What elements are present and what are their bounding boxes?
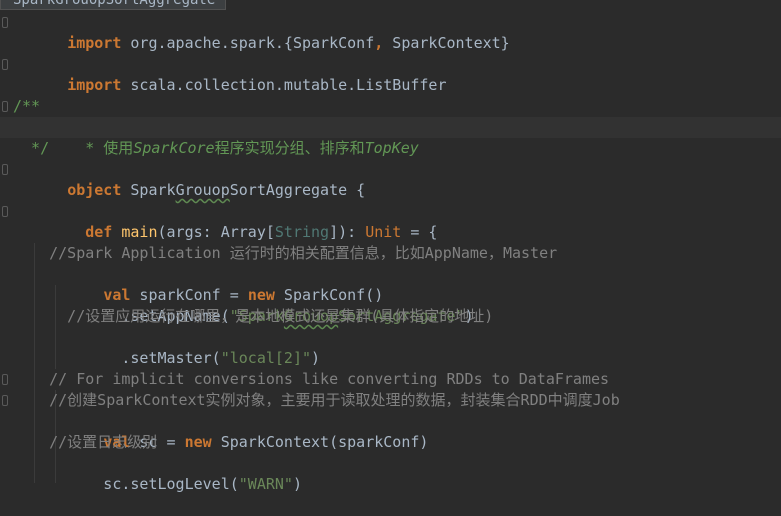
code-line-comment: //创建SparkContext实例对象，主要用于读取处理的数据，封装集合RDD… [0, 390, 781, 411]
function-name: main [121, 223, 158, 241]
fold-marker-icon[interactable] [2, 374, 8, 385]
type-name: Unit [365, 223, 402, 241]
line-comment: //设置应用运行在哪里，是本地模式还是集群(具体指定的地址) [13, 307, 494, 325]
params: = { [401, 223, 438, 241]
keyword: object [67, 181, 122, 199]
spelling-warning[interactable]: Grouop [176, 181, 230, 199]
code-line-sparkcontext: val sc = new SparkContext(sparkConf) [0, 411, 781, 451]
code-text: ) [292, 475, 302, 493]
code-line-doc-body: * 使用SparkCore程序实现分组、排序和TopKey [0, 117, 781, 157]
params: (args: Array[ [157, 223, 275, 241]
code-line-import-spark: import org.apache.spark.{SparkConf, Spar… [0, 12, 781, 52]
code-line-setmaster: .setMaster("local[2]") [0, 327, 781, 367]
fold-marker-icon[interactable] [2, 59, 8, 70]
code-editor[interactable]: import org.apache.spark.{SparkConf, Spar… [0, 12, 781, 493]
code-text: .setMaster( [67, 349, 221, 367]
code-line-comment: // For implicit conversions like convert… [0, 369, 781, 390]
object-name: SortAggregate { [229, 181, 366, 199]
string-literal: "WARN" [238, 475, 293, 493]
editor-tab[interactable]: SparkGrouopSortAggregate [0, 0, 227, 10]
code-line-comment: //设置日志级别 [0, 432, 781, 453]
line-comment: // For implicit conversions like convert… [13, 370, 610, 388]
code-line-object-decl: object SparkGrouopSortAggregate { [0, 159, 781, 199]
line-comment: //创建SparkContext实例对象，主要用于读取处理的数据，封装集合RDD… [13, 391, 620, 409]
keyword: import [67, 76, 122, 94]
string-literal: "local[2]" [220, 349, 312, 367]
line-comment: //设置日志级别 [13, 433, 158, 451]
import-path: org.apache.spark.{SparkConf [121, 34, 375, 52]
doc-comment: /** [13, 97, 41, 115]
fold-marker-icon[interactable] [2, 206, 8, 217]
keyword: def [85, 223, 113, 241]
line-comment: //Spark Application 运行时的相关配置信息，比如AppName… [13, 244, 558, 262]
tab-filename: SparkGrouopSortAggregate [13, 0, 216, 8]
doc-comment: */ [13, 139, 50, 157]
fold-marker-icon[interactable] [2, 395, 8, 406]
code-text: sc.setLogLevel( [67, 475, 239, 493]
code-line-comment: //Spark Application 运行时的相关配置信息，比如AppName… [0, 243, 781, 264]
params: ]): [329, 223, 366, 241]
import-path: scala.collection.mutable.ListBuffer [121, 76, 447, 94]
code-line-doc-close: */ [0, 138, 781, 159]
import-path: SparkContext} [383, 34, 510, 52]
code-line-doc-open: /** [0, 96, 781, 117]
punct: , [374, 34, 384, 52]
fold-marker-icon[interactable] [2, 17, 8, 28]
type-name: String [274, 223, 330, 241]
fold-marker-icon[interactable] [2, 164, 8, 175]
object-name: Spark [121, 181, 176, 199]
code-line-import-listbuffer: import scala.collection.mutable.ListBuff… [0, 54, 781, 94]
code-line-setappname: .setAppName("SparkGrouopSortAggregate") [0, 285, 781, 325]
code-line-setloglevel: sc.setLogLevel("WARN") [0, 453, 781, 493]
code-line-comment: //设置应用运行在哪里，是本地模式还是集群(具体指定的地址) [0, 306, 781, 327]
code-line-main-def: def main(args: Array[String]): Unit = { [0, 201, 781, 241]
keyword: import [67, 34, 122, 52]
code-text: ) [311, 349, 321, 367]
fold-marker-icon[interactable] [2, 101, 8, 112]
code-line-sparkconf: val sparkConf = new SparkConf() [0, 264, 781, 304]
